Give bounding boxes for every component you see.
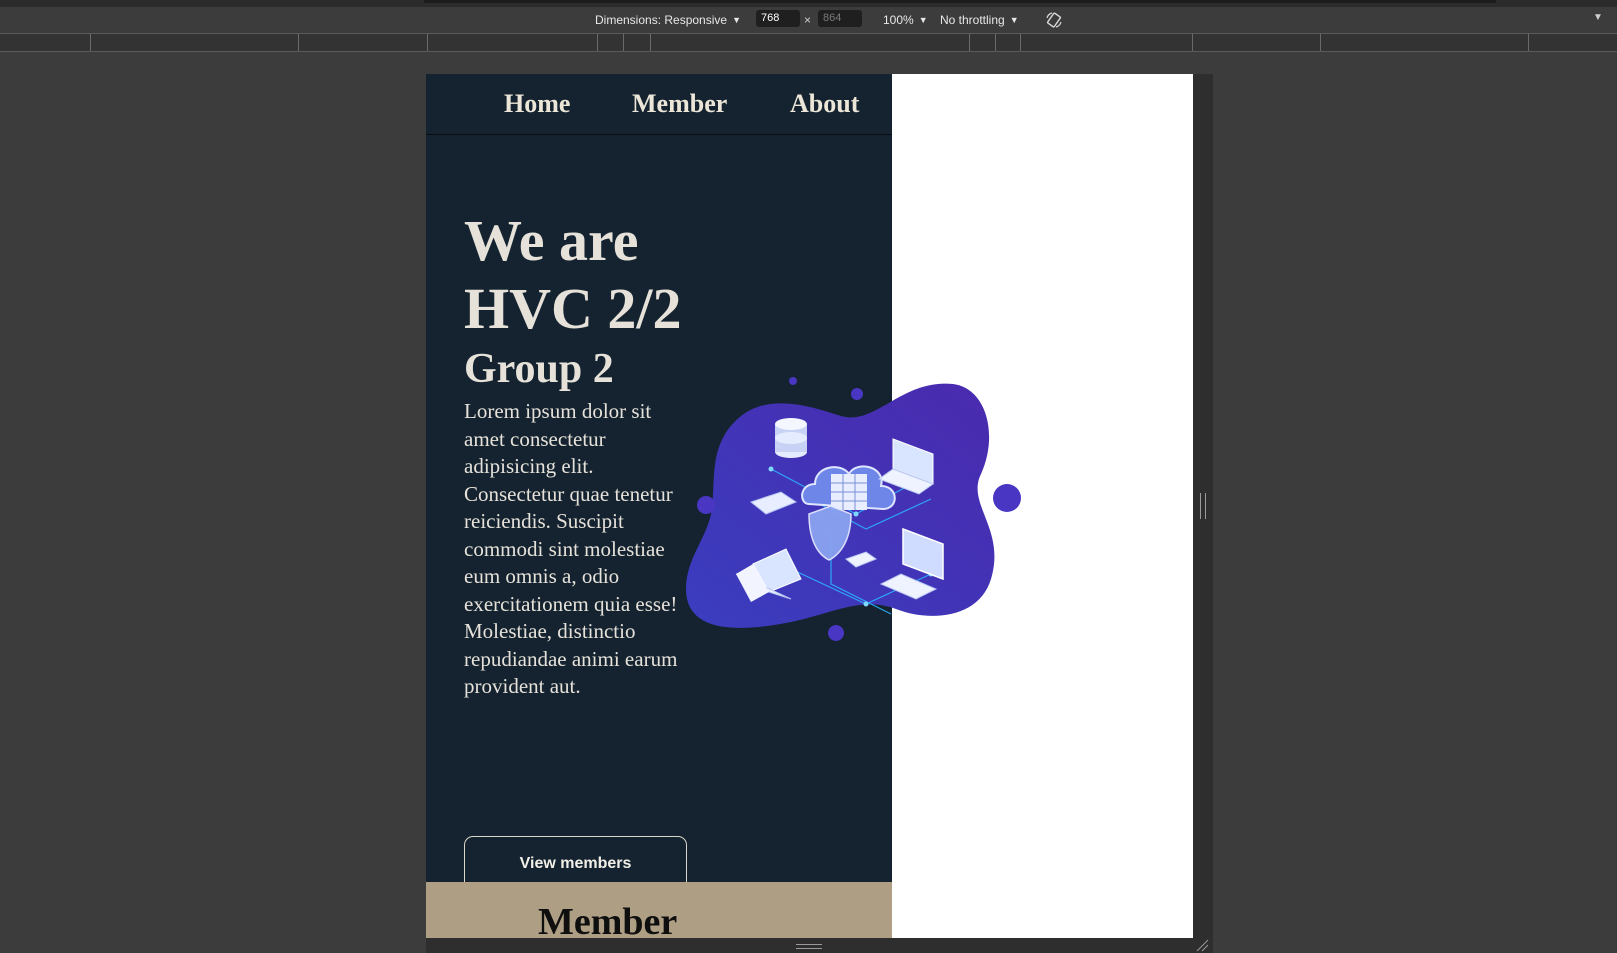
device-viewport: Home Member About We are HVC 2/2 Group 2… — [426, 74, 1193, 938]
nav-link-home[interactable]: Home — [504, 89, 570, 119]
media-query-ruler[interactable] — [0, 33, 1617, 52]
height-input[interactable]: 864 — [818, 10, 862, 27]
hero-title-line2: HVC 2/2 — [464, 276, 682, 341]
member-section: Member — [426, 882, 892, 938]
nav-link-member[interactable]: Member — [632, 89, 727, 119]
resize-grip-icon — [796, 944, 822, 949]
right-resize-handle[interactable] — [1193, 74, 1213, 938]
zoom-label: 100% — [883, 13, 914, 27]
resize-grip-icon — [1200, 493, 1206, 519]
cloud-network-illustration — [686, 377, 1021, 641]
device-toolbar: Dimensions: Responsive ▼ 768 × 864 100% ▼ … — [0, 7, 1617, 33]
dimensions-label: Dimensions: Responsive — [595, 13, 728, 27]
dimensions-dropdown[interactable]: Dimensions: Responsive ▼ — [595, 13, 741, 27]
devtools-top-strip — [0, 0, 1617, 7]
corner-resize-icon[interactable] — [1195, 938, 1209, 952]
database-icon — [775, 418, 807, 458]
throttling-dropdown[interactable]: No throttling ▼ — [940, 13, 1019, 27]
caret-down-icon: ▼ — [918, 15, 928, 25]
nav-link-about[interactable]: About — [790, 89, 859, 119]
hero-title: We are HVC 2/2 — [464, 207, 682, 343]
zoom-dropdown[interactable]: 100% ▼ — [883, 13, 928, 27]
hero-description: Lorem ipsum dolor sit amet consectetur a… — [464, 399, 678, 698]
navbar: Home Member About — [426, 74, 892, 135]
hero-title-line1: We are — [464, 208, 639, 273]
times-sign: × — [804, 13, 812, 27]
bottom-resize-handle[interactable] — [426, 938, 1213, 953]
chevron-down-icon[interactable]: ▼ — [1593, 12, 1603, 23]
caret-down-icon: ▼ — [1009, 15, 1019, 25]
throttling-label: No throttling — [940, 13, 1005, 27]
width-input[interactable]: 768 — [756, 10, 800, 27]
hero-subtitle: Group 2 — [464, 346, 614, 392]
member-section-heading: Member — [538, 901, 678, 938]
caret-down-icon: ▼ — [732, 15, 741, 25]
tab-strip-highlight — [424, 0, 1496, 3]
rotate-icon[interactable] — [1045, 11, 1063, 32]
